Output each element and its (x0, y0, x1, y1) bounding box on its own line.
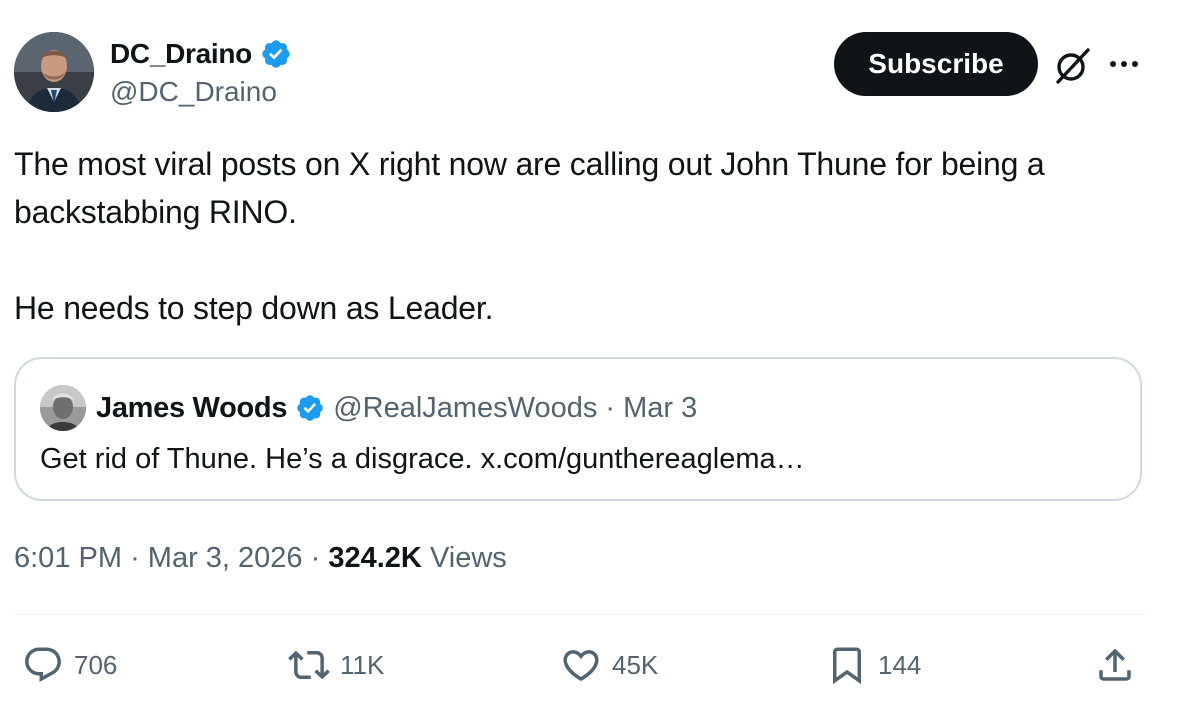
repost-count: 11K (340, 649, 385, 680)
reply-count: 706 (74, 649, 118, 680)
author-info: DC_Draino @DC_Draino (110, 34, 292, 108)
tweet-time[interactable]: 6:01 PM (14, 542, 122, 574)
meta-separator: · (310, 542, 321, 574)
like-button[interactable]: 45K (560, 640, 658, 690)
author-name[interactable]: DC_Draino (110, 38, 252, 70)
quoted-verified-badge-icon (297, 395, 323, 421)
quoted-author-avatar-image (40, 385, 86, 431)
bookmark-button[interactable]: 144 (826, 640, 921, 690)
tweet-text-line-2: He needs to step down as Leader. (14, 290, 494, 326)
share-icon (1099, 648, 1131, 681)
views-label: Views (429, 542, 507, 574)
tweet-text-line-1: The most viral posts on X right now are … (14, 146, 1045, 230)
reply-icon (25, 647, 61, 682)
like-count: 45K (612, 649, 659, 680)
author-handle[interactable]: @DC_Draino (110, 76, 292, 108)
repost-button[interactable]: 11K (288, 640, 384, 690)
quoted-text: Get rid of Thune. He’s a disgrace. x.com… (40, 443, 805, 475)
bookmark-icon (833, 647, 861, 685)
share-button[interactable] (1094, 640, 1136, 690)
bookmark-count: 144 (878, 649, 922, 680)
verified-badge-icon[interactable] (260, 38, 292, 70)
quoted-separator: · (605, 391, 616, 424)
tweet-meta: 6:01 PM · Mar 3, 2026 · 324.2K Views (14, 536, 507, 580)
tweet-header: DC_Draino @DC_Draino Subscribe (14, 30, 1164, 114)
quoted-tweet[interactable]: James Woods @RealJamesWoods · Mar 3 Get … (14, 357, 1142, 501)
tweet-text: The most viral posts on X right now are … (14, 140, 1154, 332)
action-bar: 706 11K 45K 144 (0, 640, 1178, 690)
repost-icon (288, 650, 330, 680)
quoted-date[interactable]: Mar 3 (623, 392, 697, 425)
grok-icon[interactable] (1052, 44, 1094, 86)
views-count: 324.2K (328, 542, 422, 574)
quoted-author-handle: @RealJamesWoods (333, 391, 598, 424)
reply-button[interactable]: 706 (22, 640, 117, 690)
partially-visible-row (14, 704, 1154, 716)
more-icon[interactable] (1104, 46, 1144, 82)
author-name-row: DC_Draino (110, 34, 292, 74)
tweet-date[interactable]: Mar 3, 2026 (148, 542, 303, 574)
quoted-author-name[interactable]: James Woods (96, 392, 287, 425)
author-avatar[interactable] (14, 32, 94, 112)
heart-icon (563, 650, 599, 682)
divider (14, 614, 1146, 615)
quoted-header: James Woods @RealJamesWoods · Mar 3 (96, 387, 697, 429)
meta-separator: · (130, 542, 140, 574)
quoted-author-avatar[interactable] (40, 385, 86, 431)
subscribe-button[interactable]: Subscribe (834, 32, 1038, 96)
author-avatar-image (14, 32, 94, 112)
